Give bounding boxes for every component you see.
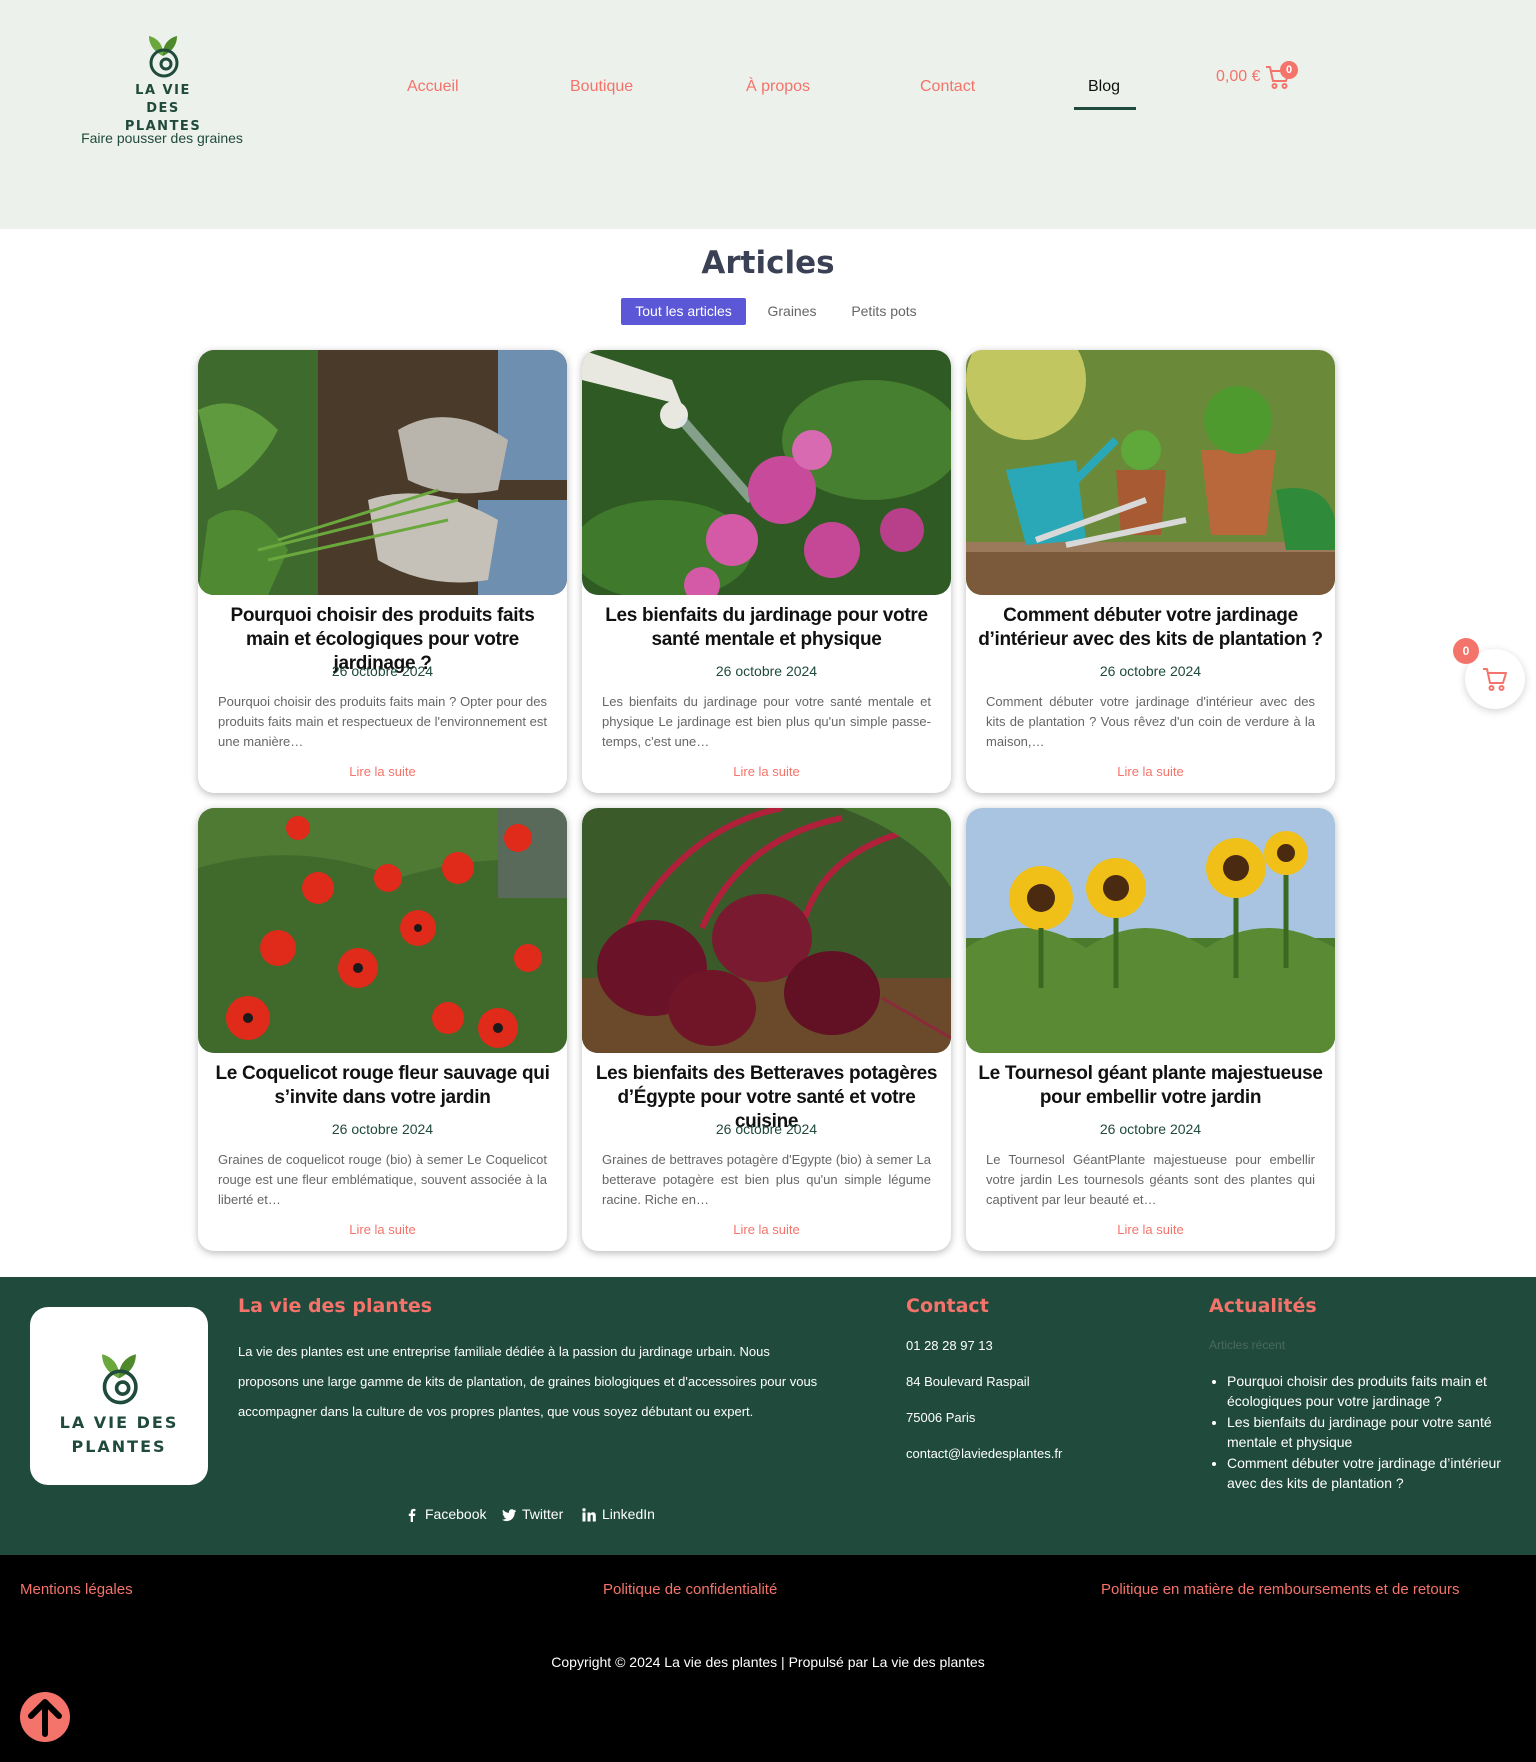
read-more-link[interactable]: Lire la suite (966, 764, 1335, 779)
footer-about-text: La vie des plantes est une entreprise fa… (238, 1344, 818, 1419)
arrow-up-icon (28, 1699, 62, 1737)
article-card[interactable]: Les bienfaits du jardinage pour votre sa… (582, 350, 951, 793)
site-footer: LA VIE DES PLANTES La vie des plantes La… (0, 1277, 1536, 1555)
legal-mentions-link[interactable]: Mentions légales (20, 1581, 133, 1598)
articles-title: Articles (701, 245, 835, 281)
nav-a-propos[interactable]: À propos (746, 78, 810, 96)
scroll-to-top-button[interactable] (20, 1692, 70, 1742)
footer-news-item[interactable]: Pourquoi choisir des produits faits main… (1227, 1371, 1514, 1411)
article-card[interactable]: Le Tournesol géant plante majestueuse po… (966, 808, 1335, 1251)
read-more-link[interactable]: Lire la suite (198, 764, 567, 779)
social-twitter[interactable]: Twitter (502, 1506, 563, 1522)
logo-line1: LA VIE DES (135, 83, 191, 116)
article-image[interactable] (198, 350, 567, 595)
article-card[interactable]: Comment débuter votre jardinage d’intéri… (966, 350, 1335, 793)
article-image[interactable] (582, 808, 951, 1053)
social-linkedin[interactable]: LinkedIn (582, 1506, 655, 1522)
bottom-bar: Mentions légales Politique de confidenti… (0, 1555, 1536, 1762)
article-image[interactable] (966, 350, 1335, 595)
filter-graines[interactable]: Graines (756, 298, 828, 325)
site-logo[interactable]: LA VIE DES PLANTES (118, 30, 208, 136)
article-excerpt: Le Tournesol GéantPlante majestueuse pou… (986, 1152, 1315, 1207)
facebook-icon (408, 1508, 416, 1522)
footer-news-item[interactable]: Les bienfaits du jardinage pour votre sa… (1227, 1412, 1514, 1452)
footer-address: 84 Boulevard Raspail (906, 1374, 1030, 1389)
article-title[interactable]: Comment débuter votre jardinage d’intéri… (976, 604, 1325, 652)
nav-blog[interactable]: Blog (1088, 78, 1120, 96)
twitter-icon (502, 1509, 516, 1522)
nav-active-indicator (1074, 107, 1136, 110)
article-image[interactable] (966, 808, 1335, 1053)
nav-boutique[interactable]: Boutique (570, 78, 633, 96)
article-title[interactable]: Le Coquelicot rouge fleur sauvage qui s’… (208, 1062, 557, 1110)
filter-petits-pots[interactable]: Petits pots (842, 298, 926, 325)
nav-contact[interactable]: Contact (920, 78, 975, 96)
article-date: 26 octobre 2024 (715, 663, 818, 679)
article-excerpt: Graines de bettraves potagère d'Egypte (… (602, 1152, 931, 1207)
footer-logo-line2: PLANTES (71, 1437, 167, 1456)
beetroots-photo (582, 808, 951, 1053)
cart-total: 0,00 € (1216, 68, 1261, 85)
nav-accueil[interactable]: Accueil (407, 78, 459, 96)
sunflowers-photo (966, 808, 1335, 1053)
footer-contact-heading: Contact (906, 1295, 989, 1317)
gardening-gloves-photo (198, 350, 567, 595)
article-card[interactable]: Les bienfaits des Betteraves potagères d… (582, 808, 951, 1251)
article-card[interactable]: Pourquoi choisir des produits faits main… (198, 350, 567, 793)
header-cart[interactable]: 0,00 € (1216, 66, 1290, 89)
article-title[interactable]: Les bienfaits du jardinage pour votre sa… (592, 604, 941, 652)
sprout-logo-icon (102, 1354, 138, 1405)
sprout-logo-icon (149, 36, 179, 78)
article-date: 26 octobre 2024 (1099, 663, 1202, 679)
floating-cart-badge: 0 (1453, 638, 1479, 664)
garden-tools-pots-photo (966, 350, 1335, 595)
article-excerpt: Les bienfaits du jardinage pour votre sa… (602, 694, 931, 749)
cart-count-badge: 0 (1280, 61, 1298, 79)
footer-city: 75006 Paris (906, 1410, 976, 1425)
cart-icon (1483, 668, 1507, 691)
footer-logo[interactable]: LA VIE DES PLANTES (30, 1307, 208, 1485)
linkedin-icon (582, 1508, 596, 1522)
footer-phone[interactable]: 01 28 28 97 13 (906, 1338, 993, 1353)
article-excerpt: Comment débuter votre jardinage d'intéri… (986, 694, 1315, 749)
footer-news-item[interactable]: Comment débuter votre jardinage d’intéri… (1227, 1453, 1514, 1493)
article-card[interactable]: Le Coquelicot rouge fleur sauvage qui s’… (198, 808, 567, 1251)
site-header: LA VIE DES PLANTES Faire pousser des gra… (0, 0, 1536, 229)
social-facebook[interactable]: Facebook (405, 1506, 486, 1522)
watering-flowers-photo (582, 350, 951, 595)
footer-recent-label: Articles récent (1209, 1338, 1286, 1352)
article-excerpt: Pourquoi choisir des produits faits main… (218, 694, 547, 749)
article-date: 26 octobre 2024 (1099, 1121, 1202, 1137)
article-date: 26 octobre 2024 (331, 663, 434, 679)
article-image[interactable] (582, 350, 951, 595)
site-tagline: Faire pousser des graines (81, 130, 243, 146)
refund-policy-link[interactable]: Politique en matière de remboursements e… (1101, 1581, 1460, 1598)
article-image[interactable] (198, 808, 567, 1053)
footer-news-list: Pourquoi choisir des produits faits main… (1214, 1371, 1514, 1494)
footer-logo-line1: LA VIE DES (59, 1413, 179, 1432)
copyright-text: Copyright © 2024 La vie des plantes | Pr… (551, 1654, 985, 1670)
read-more-link[interactable]: Lire la suite (966, 1222, 1335, 1237)
article-date: 26 octobre 2024 (331, 1121, 434, 1137)
footer-about-heading: La vie des plantes (238, 1295, 433, 1317)
footer-news-heading: Actualités (1209, 1295, 1317, 1317)
filter-all[interactable]: Tout les articles (621, 298, 746, 325)
read-more-link[interactable]: Lire la suite (582, 764, 951, 779)
privacy-policy-link[interactable]: Politique de confidentialité (603, 1581, 777, 1598)
read-more-link[interactable]: Lire la suite (198, 1222, 567, 1237)
red-poppies-photo (198, 808, 567, 1053)
footer-email[interactable]: contact@laviedesplantes.fr (906, 1446, 1062, 1461)
article-title[interactable]: Le Tournesol géant plante majestueuse po… (976, 1062, 1325, 1110)
article-excerpt: Graines de coquelicot rouge (bio) à seme… (218, 1152, 547, 1207)
article-date: 26 octobre 2024 (715, 1121, 818, 1137)
read-more-link[interactable]: Lire la suite (582, 1222, 951, 1237)
